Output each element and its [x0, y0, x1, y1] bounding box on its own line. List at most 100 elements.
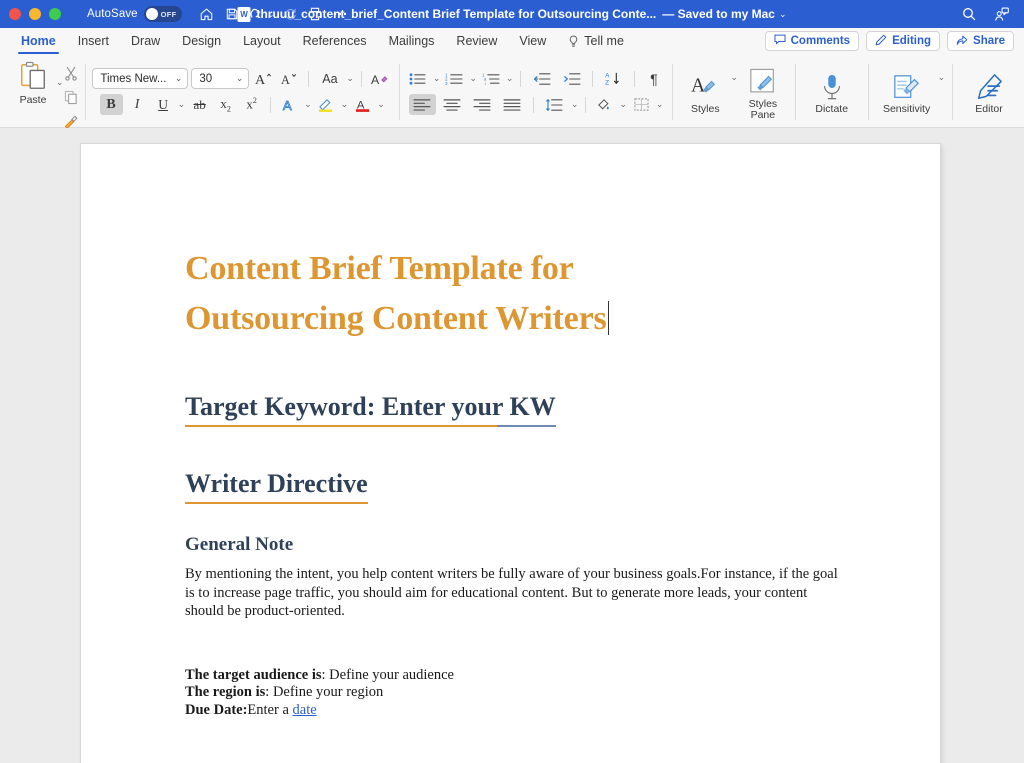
- home-icon[interactable]: [196, 3, 218, 25]
- borders-icon[interactable]: [630, 94, 653, 115]
- bold-icon[interactable]: B: [99, 94, 123, 115]
- tab-home[interactable]: Home: [10, 28, 67, 54]
- share-label: Share: [973, 35, 1005, 47]
- shading-chevron-down-icon[interactable]: ⌄: [619, 99, 627, 110]
- autosave-toggle[interactable]: OFF: [143, 6, 182, 22]
- styles-pane-button[interactable]: Styles Pane: [738, 62, 788, 122]
- dictate-button[interactable]: Dictate: [803, 67, 861, 115]
- strikethrough-icon[interactable]: ab: [188, 94, 211, 115]
- underline-icon[interactable]: U: [152, 94, 175, 115]
- styles-button[interactable]: A Styles: [680, 67, 730, 115]
- close-window-button[interactable]: [9, 8, 21, 20]
- multilevel-list-chevron-down-icon[interactable]: ⌄: [506, 73, 514, 84]
- document-canvas[interactable]: Content Brief Template for Outsourcing C…: [0, 128, 1024, 763]
- font-size-select[interactable]: 30 ⌄: [191, 68, 250, 89]
- sensitivity-chevron-down-icon[interactable]: ⌄: [938, 72, 946, 83]
- align-center-icon[interactable]: [439, 94, 466, 115]
- line-spacing-chevron-down-icon[interactable]: ⌄: [571, 99, 579, 110]
- search-icon[interactable]: [958, 3, 980, 25]
- heading-target-keyword[interactable]: Target Keyword: Enter your KW: [185, 392, 556, 427]
- subscript-icon[interactable]: x2: [214, 94, 237, 115]
- field-due-date-value: Enter a: [247, 701, 293, 718]
- font-name-select[interactable]: Times New... ⌄: [92, 68, 189, 89]
- shrink-font-icon[interactable]: A: [278, 68, 301, 89]
- tab-tell-me[interactable]: Tell me: [557, 28, 635, 54]
- tab-review[interactable]: Review: [445, 28, 508, 54]
- change-case-chevron-down-icon[interactable]: ⌄: [346, 73, 354, 84]
- tab-mailings[interactable]: Mailings: [378, 28, 446, 54]
- editor-button[interactable]: Editor: [960, 67, 1018, 115]
- line-spacing-icon[interactable]: [541, 94, 568, 115]
- share-icon: [956, 34, 968, 49]
- text-effects-chevron-down-icon[interactable]: ⌄: [304, 99, 312, 110]
- styles-group: A Styles ⌄ Styles Pane: [680, 58, 788, 125]
- tab-layout[interactable]: Layout: [232, 28, 292, 54]
- font-color-icon[interactable]: A: [351, 94, 374, 115]
- brief-fields[interactable]: The target audience is: Define your audi…: [185, 667, 860, 720]
- document-title[interactable]: W thruuu_content_brief_Content Brief Tem…: [237, 6, 787, 22]
- justify-icon[interactable]: [499, 94, 526, 115]
- decrease-indent-icon[interactable]: [528, 68, 555, 89]
- field-due-date[interactable]: Due Date:Enter a date: [185, 702, 860, 720]
- tab-design-label: Design: [182, 34, 222, 48]
- tab-references-label: References: [302, 34, 367, 48]
- underline-chevron-down-icon[interactable]: ⌄: [178, 99, 186, 110]
- font-color-chevron-down-icon[interactable]: ⌄: [377, 99, 385, 110]
- date-link[interactable]: date: [293, 702, 317, 718]
- text-effects-icon[interactable]: A: [278, 94, 301, 115]
- divider: [592, 70, 594, 87]
- sensitivity-button[interactable]: Sensitivity: [876, 67, 938, 115]
- change-case-icon[interactable]: Aa: [316, 68, 343, 89]
- general-note-paragraph[interactable]: By mentioning the intent, you help conte…: [185, 565, 845, 621]
- document-page[interactable]: Content Brief Template for Outsourcing C…: [81, 144, 940, 763]
- show-marks-icon[interactable]: ¶: [642, 68, 665, 89]
- field-target-audience[interactable]: The target audience is: Define your audi…: [185, 667, 860, 685]
- paste-chevron-down-icon[interactable]: ⌄: [56, 77, 64, 88]
- shading-icon[interactable]: [593, 94, 616, 115]
- bullets-chevron-down-icon[interactable]: ⌄: [433, 73, 441, 84]
- increase-indent-icon[interactable]: [558, 68, 585, 89]
- svg-text:A: A: [281, 73, 290, 87]
- copy-icon[interactable]: [64, 87, 78, 108]
- document-title-heading[interactable]: Content Brief Template for Outsourcing C…: [185, 244, 745, 344]
- autosave-control[interactable]: AutoSave OFF: [87, 6, 182, 22]
- comments-button[interactable]: Comments: [764, 31, 860, 51]
- heading-writer-directive-text: Writer Directive: [185, 469, 368, 498]
- highlight-icon[interactable]: [315, 94, 338, 115]
- grow-font-icon[interactable]: A: [252, 68, 275, 89]
- borders-chevron-down-icon[interactable]: ⌄: [656, 99, 664, 110]
- editing-button[interactable]: Editing: [866, 31, 941, 51]
- highlight-chevron-down-icon[interactable]: ⌄: [341, 99, 349, 110]
- document-body[interactable]: Content Brief Template for Outsourcing C…: [81, 144, 940, 719]
- multilevel-list-icon[interactable]: 1ai: [480, 68, 503, 89]
- document-title-chevron-down-icon[interactable]: ⌄: [779, 9, 787, 20]
- minimize-window-button[interactable]: [29, 8, 41, 20]
- clear-formatting-icon[interactable]: A: [369, 68, 392, 89]
- clipboard-group: Paste ⌄: [6, 58, 78, 129]
- sort-icon[interactable]: AZ: [600, 68, 627, 89]
- styles-chevron-down-icon[interactable]: ⌄: [730, 72, 738, 83]
- italic-icon[interactable]: I: [126, 94, 149, 115]
- numbering-icon[interactable]: 123: [443, 68, 466, 89]
- superscript-icon[interactable]: x2: [240, 94, 263, 115]
- font-name-value: Times New...: [100, 72, 167, 85]
- copilot-icon[interactable]: [990, 3, 1012, 25]
- heading-general-note[interactable]: General Note: [185, 534, 860, 556]
- cut-icon[interactable]: [64, 63, 78, 84]
- heading-writer-directive[interactable]: Writer Directive: [185, 469, 368, 504]
- share-button[interactable]: Share: [947, 31, 1014, 51]
- svg-text:Z: Z: [606, 80, 610, 86]
- maximize-window-button[interactable]: [49, 8, 61, 20]
- align-right-icon[interactable]: [469, 94, 496, 115]
- tab-design[interactable]: Design: [171, 28, 232, 54]
- field-region[interactable]: The region is: Define your region: [185, 684, 860, 702]
- bullets-icon[interactable]: [407, 68, 430, 89]
- tab-references[interactable]: References: [292, 28, 378, 54]
- paste-button[interactable]: Paste: [10, 58, 56, 106]
- tab-view[interactable]: View: [508, 28, 557, 54]
- tab-insert[interactable]: Insert: [67, 28, 120, 54]
- paste-label: Paste: [19, 94, 47, 106]
- align-left-icon[interactable]: [408, 94, 436, 115]
- numbering-chevron-down-icon[interactable]: ⌄: [469, 73, 477, 84]
- tab-draw[interactable]: Draw: [120, 28, 171, 54]
